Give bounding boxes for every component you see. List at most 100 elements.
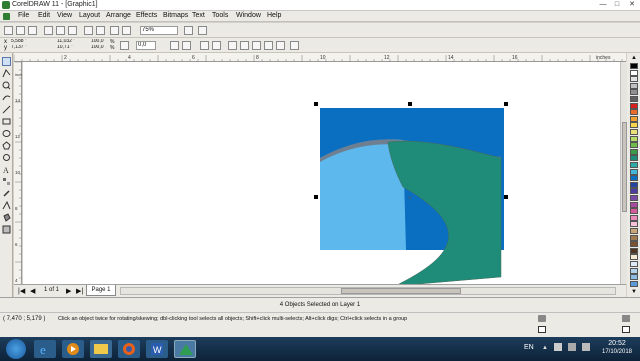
import-button[interactable] [110,26,119,35]
palette-swatch[interactable] [630,102,638,109]
menu-tools[interactable]: Tools [212,12,228,19]
palette-swatch[interactable] [630,69,638,76]
clock-time[interactable]: 20:52 [598,340,636,347]
y-position-field[interactable]: 7,137 " [10,45,44,51]
palette-swatch[interactable] [630,241,638,248]
menu-file[interactable]: File [18,12,29,19]
palette-swatch[interactable] [630,76,638,83]
menu-window[interactable]: Window [236,12,261,19]
outline-tool[interactable] [2,200,11,210]
open-button[interactable] [16,26,25,35]
fill-tool[interactable] [2,213,11,222]
minimize-button[interactable]: — [596,0,610,10]
selection-handle-top-left[interactable] [314,102,318,106]
palette-down-arrow-icon[interactable]: ▼ [630,289,638,295]
freehand-tool[interactable] [2,93,11,102]
menu-view[interactable]: View [57,12,72,19]
selection-handle-right[interactable] [504,195,508,199]
palette-swatch[interactable] [630,96,638,102]
palette-swatch[interactable] [630,168,638,175]
maximize-button[interactable]: □ [610,0,624,10]
media-player-icon[interactable] [62,340,84,358]
options-button[interactable] [198,26,207,35]
flag-icon[interactable] [554,343,562,351]
last-page-button[interactable]: ▶| [76,287,83,295]
menu-help[interactable]: Help [267,12,281,19]
palette-swatch[interactable] [630,155,638,162]
palette-swatch[interactable] [630,267,638,274]
palette-swatch[interactable] [630,135,638,142]
export-button[interactable] [122,26,131,35]
vertical-ruler[interactable]: 14 12 10 8 6 4 inches [14,61,27,284]
palette-swatch[interactable] [630,247,638,254]
ungroup-button[interactable] [212,41,221,50]
palette-swatch[interactable] [630,214,638,221]
palette-swatch[interactable] [630,63,638,69]
palette-swatch[interactable] [630,122,638,129]
vertical-scrollbar[interactable] [620,62,627,284]
coreldraw-taskbar-icon[interactable] [174,340,196,358]
align-button[interactable] [290,41,299,50]
menu-effects[interactable]: Effects [136,12,157,19]
tray-arrow-icon[interactable]: ▲ [542,345,548,351]
palette-swatch[interactable] [630,82,638,89]
language-indicator[interactable]: EN [524,344,534,351]
page-tab[interactable]: Page 1 [86,285,116,296]
intersect-button[interactable] [252,41,261,50]
palette-swatch[interactable] [630,175,638,182]
palette-swatch[interactable] [630,162,638,168]
simplify-button[interactable] [264,41,273,50]
paste-button[interactable] [68,26,77,35]
snap-button[interactable] [184,26,193,35]
volume-icon[interactable] [582,343,590,351]
trim-button[interactable] [240,41,249,50]
text-tool[interactable]: A [2,165,11,175]
polygon-tool[interactable] [2,141,11,150]
interactive-fill-tool[interactable] [2,225,11,234]
undo-button[interactable] [84,26,93,35]
start-button-icon[interactable] [6,339,26,359]
clock-date[interactable]: 17/10/2018 [598,349,636,355]
file-explorer-icon[interactable] [90,340,112,358]
palette-up-arrow-icon[interactable]: ▲ [630,55,638,61]
palette-swatch[interactable] [630,142,638,149]
save-button[interactable] [28,26,37,35]
palette-swatch[interactable] [630,148,638,155]
palette-swatch[interactable] [630,228,638,234]
menu-layout[interactable]: Layout [79,12,100,19]
palette-swatch[interactable] [630,254,638,261]
previous-page-button[interactable]: ◀ [30,287,35,295]
selection-handle-left[interactable] [314,195,318,199]
palette-swatch[interactable] [630,221,638,228]
palette-swatch[interactable] [630,274,638,281]
horizontal-scroll-thumb[interactable] [341,288,461,294]
firefox-icon[interactable] [118,340,140,358]
network-icon[interactable] [568,343,576,351]
zoom-level-select[interactable]: 75% [140,26,178,35]
lock-ratio-button[interactable] [120,41,129,50]
menu-text[interactable]: Text [192,12,205,19]
redo-button[interactable] [96,26,105,35]
outline-indicator-icon[interactable] [538,326,546,333]
horizontal-scrollbar[interactable] [120,287,616,295]
palette-swatch[interactable] [630,129,638,135]
palette-swatch[interactable] [630,280,638,287]
palette-swatch[interactable] [630,188,638,195]
menu-arrange[interactable]: Arrange [106,12,131,19]
menu-edit[interactable]: Edit [38,12,50,19]
palette-swatch[interactable] [630,195,638,201]
palette-swatch[interactable] [630,234,638,241]
close-button[interactable]: ✕ [625,0,639,10]
palette-swatch[interactable] [630,181,638,188]
palette-swatch[interactable] [630,208,638,215]
word-icon[interactable]: W [146,340,168,358]
weld-button[interactable] [228,41,237,50]
rectangle-tool[interactable] [2,117,11,126]
shape-tool[interactable] [2,69,11,78]
drawing-canvas[interactable]: × [23,62,626,290]
palette-swatch[interactable] [630,115,638,122]
fill-indicator-icon[interactable] [538,315,546,322]
smart-drawing-tool[interactable] [2,105,11,114]
height-field[interactable]: 10,71 " [56,45,86,51]
menu-bitmaps[interactable]: Bitmaps [163,12,188,19]
